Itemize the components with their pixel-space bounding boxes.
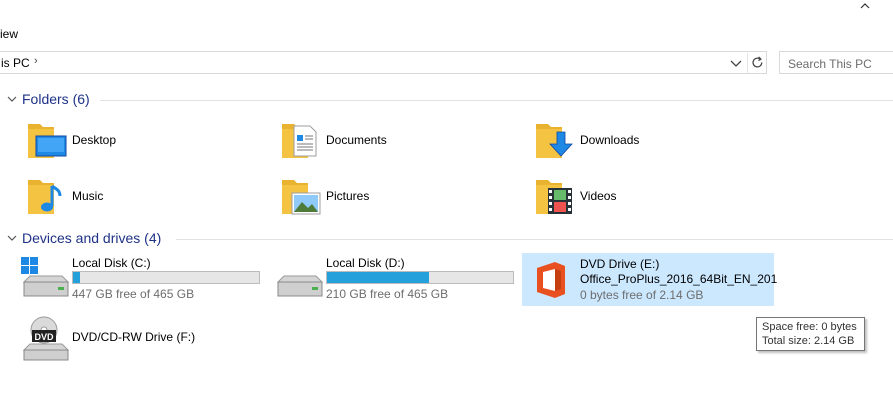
capacity-bar-fill: [73, 272, 81, 283]
folder-videos[interactable]: Videos: [534, 174, 734, 224]
group-divider: [176, 239, 893, 240]
drive-name: Local Disk (C:): [72, 256, 151, 270]
chevron-down-icon[interactable]: [6, 232, 18, 244]
folders-group-title: Folders (6): [22, 91, 90, 107]
capacity-bar: [326, 271, 514, 284]
refresh-icon[interactable]: [747, 53, 767, 73]
folder-documents[interactable]: Documents: [280, 118, 480, 168]
capacity-bar: [72, 271, 260, 284]
folder-downloads[interactable]: Downloads: [534, 118, 734, 168]
videos-folder-icon: [536, 180, 572, 214]
address-path[interactable]: is PC: [1, 56, 30, 70]
folder-label: Music: [72, 189, 104, 203]
folder-label: Downloads: [580, 133, 640, 147]
ribbon-tab-view[interactable]: iew: [0, 27, 18, 41]
ribbon: iew: [0, 0, 893, 46]
ribbon-collapse-icon[interactable]: [860, 2, 870, 10]
drive-f[interactable]: DVD DVD/CD-RW Drive (F:): [20, 316, 270, 370]
group-divider: [100, 100, 893, 101]
dvd-badge: DVD: [34, 332, 54, 342]
folder-label: Videos: [580, 189, 617, 203]
tooltip-total-size: Total size: 2.14 GB: [762, 335, 855, 347]
drive-free-space: 210 GB free of 465 GB: [326, 287, 449, 301]
drive-d[interactable]: Local Disk (D:) 210 GB free of 465 GB: [274, 256, 524, 310]
downloads-folder-icon: [536, 124, 573, 158]
tooltip-space-free: Space free: 0 bytes: [762, 321, 857, 333]
folder-desktop[interactable]: Desktop: [26, 118, 226, 168]
drive-volume-label: Office_ProPlus_2016_64Bit_EN_201: [580, 272, 778, 286]
devices-group-title: Devices and drives (4): [22, 230, 162, 246]
desktop-folder-icon: [28, 124, 67, 158]
address-separator-icon[interactable]: ›: [34, 55, 38, 67]
folder-label: Documents: [326, 133, 387, 147]
chevron-down-icon[interactable]: [728, 54, 744, 72]
drive-name: Local Disk (D:): [326, 256, 405, 270]
folder-label: Pictures: [326, 189, 370, 203]
music-folder-icon: [28, 180, 62, 214]
search-placeholder: Search This PC: [788, 57, 872, 71]
drive-e[interactable]: DVD Drive (E:) Office_ProPlus_2016_64Bit…: [522, 253, 778, 306]
drive-free-space: 447 GB free of 465 GB: [72, 287, 195, 301]
pictures-folder-icon: [282, 180, 321, 215]
drive-c[interactable]: Local Disk (C:) 447 GB free of 465 GB: [20, 256, 270, 310]
folder-music[interactable]: Music: [26, 174, 226, 224]
drive-free-space: 0 bytes free of 2.14 GB: [580, 288, 704, 302]
address-bar[interactable]: is PC ›: [0, 51, 767, 74]
chevron-down-icon[interactable]: [6, 93, 18, 105]
folder-pictures[interactable]: Pictures: [280, 174, 480, 224]
dvd-drive-icon: DVD: [22, 316, 70, 361]
drive-name: DVD/CD-RW Drive (F:): [72, 330, 196, 344]
capacity-bar-fill: [327, 272, 430, 283]
office-icon: [537, 262, 565, 298]
disk-icon: [276, 275, 324, 297]
documents-folder-icon: [282, 124, 317, 158]
windows-disk-icon: [21, 257, 70, 297]
drive-name: DVD Drive (E:): [580, 257, 660, 271]
search-input[interactable]: Search This PC: [779, 51, 893, 74]
folder-label: Desktop: [72, 133, 117, 147]
drive-tooltip: Space free: 0 bytes Total size: 2.14 GB: [756, 317, 865, 351]
